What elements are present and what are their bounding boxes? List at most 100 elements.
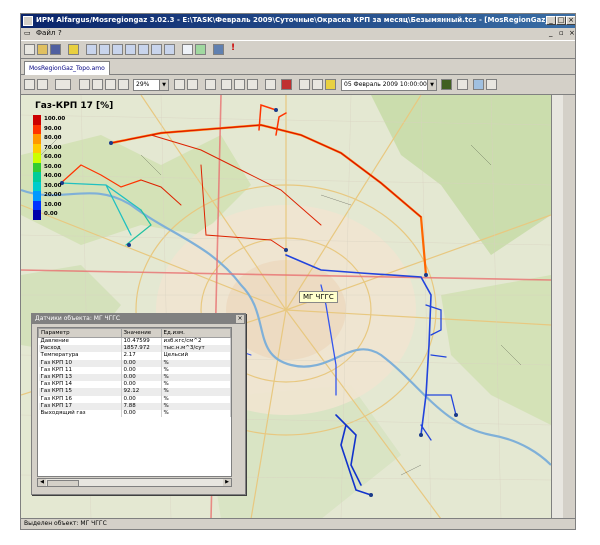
table-row[interactable]: Давление 10.47599 изб.кгс/см^2 [38, 337, 231, 346]
title-bar[interactable]: ИРМ Alfargus/Mosregiongaz 3.02.3 - E:\TA… [21, 14, 575, 28]
table-row[interactable]: Газ КРП 14 0.00% [38, 381, 231, 389]
chevron-down-icon: ▼ [159, 80, 168, 90]
table-row[interactable]: Газ КРП 16 0.00% [38, 395, 231, 403]
param-cell: Газ КРП 10 [38, 359, 122, 367]
report-icon[interactable] [151, 44, 162, 55]
view3-icon[interactable] [112, 44, 123, 55]
legend-label: 20.00 [44, 192, 62, 198]
open-folder-icon[interactable] [37, 44, 48, 55]
value-cell: 2.17 [121, 352, 162, 360]
chart-icon[interactable] [182, 44, 193, 55]
unit-cell: Цельсий [161, 352, 231, 360]
window-icon[interactable] [164, 44, 175, 55]
table-row[interactable]: Газ КРП 15 92.12% [38, 388, 231, 396]
window2-icon[interactable] [486, 79, 497, 90]
view4-icon[interactable] [125, 44, 136, 55]
zoom-select[interactable]: 29% ▼ [133, 79, 169, 91]
table-row[interactable]: Расход 1857.972 тыс.н.м^3/сут [38, 345, 231, 353]
value-cell: 0.00 [121, 409, 162, 418]
fit-all-icon[interactable] [187, 79, 198, 90]
maximize-button[interactable]: □ [556, 16, 566, 25]
scroll-left-icon[interactable]: ◀ [38, 479, 46, 486]
view2-icon[interactable] [99, 44, 110, 55]
legend-swatch [33, 210, 41, 220]
param-cell: Газ КРП 16 [38, 395, 122, 403]
column-header[interactable]: Значение [120, 328, 162, 338]
save-icon[interactable] [50, 44, 61, 55]
doc-restore-button[interactable]: ▫ [559, 29, 564, 37]
legend-label: 0.00 [44, 211, 58, 217]
tab-mosregiongaz-topo[interactable]: MosRegionGaz_Topo.amo [24, 61, 110, 75]
table-row[interactable]: Температура 2.17 Цельсий [38, 352, 231, 360]
pointer-icon[interactable] [79, 79, 90, 90]
column-header[interactable]: Параметр [38, 328, 122, 338]
export-icon[interactable] [195, 44, 206, 55]
legend-swatch [33, 162, 41, 172]
table-icon[interactable] [138, 44, 149, 55]
mode3-icon[interactable] [247, 79, 258, 90]
find-icon[interactable] [37, 79, 48, 90]
map-view[interactable]: Газ-КРП 17 [%] 100.00 90.00 80.00 70.00 … [21, 95, 551, 519]
menu-file[interactable]: Файл [36, 29, 55, 37]
table-row[interactable]: Выходящий газ 0.00% [38, 409, 231, 418]
layers-icon[interactable] [55, 79, 71, 90]
zoom-window-icon[interactable] [118, 79, 129, 90]
grid-icon[interactable] [265, 79, 276, 90]
doc-close-button[interactable]: × [569, 29, 575, 37]
table-row[interactable]: Газ КРП 17 7.88% [38, 402, 231, 410]
table-row[interactable]: Газ КРП 10 0.00% [38, 359, 231, 367]
legend-swatch [33, 124, 41, 134]
menu-bar: ▭ Файл ? _ ▫ × [21, 28, 575, 40]
doc-icon[interactable]: ▭ [24, 29, 31, 37]
alert-icon[interactable]: ! [231, 44, 242, 55]
table-header-row: Параметр Значение Ед.изм. [38, 328, 231, 338]
new-file-icon[interactable] [24, 44, 35, 55]
param-cell: Газ КРП 17 [38, 402, 122, 410]
scroll-thumb[interactable] [47, 480, 79, 487]
table-row[interactable]: Газ КРП 11 0.00% [38, 366, 231, 374]
menu-help[interactable]: ? [58, 29, 62, 37]
param-cell: Газ КРП 13 [38, 373, 122, 382]
fit-icon[interactable] [174, 79, 185, 90]
minimize-button[interactable]: _ [546, 16, 556, 25]
document-tab-row: MosRegionGaz_Topo.amo [21, 59, 575, 75]
unit-cell: % [161, 381, 231, 389]
status-bar: Выделен объект: МГ ЧГГС [21, 518, 575, 529]
vertical-scrollbar[interactable] [551, 95, 563, 519]
legend-label: 80.00 [44, 135, 62, 141]
datetime-select[interactable]: 05 Февраль 2009 10:00:00 ▼ [341, 79, 437, 91]
clock-icon[interactable] [457, 79, 468, 90]
pan-hand-icon[interactable] [92, 79, 103, 90]
play-icon[interactable] [441, 79, 452, 90]
sensor-panel-title[interactable]: Датчики объекта: МГ ЧГГС [32, 314, 245, 324]
value-cell: 0.00 [121, 381, 162, 389]
legend-swatch [33, 172, 41, 182]
unit-cell: % [161, 373, 231, 382]
unit-cell: % [161, 388, 231, 396]
unit-cell: % [161, 366, 231, 374]
help-icon[interactable] [68, 44, 79, 55]
table-row[interactable]: Газ КРП 13 0.00% [38, 373, 231, 382]
mode2-icon[interactable] [234, 79, 245, 90]
settings-icon[interactable] [213, 44, 224, 55]
horizontal-scrollbar[interactable]: ◀ ▶ [37, 478, 232, 487]
legend-label: 100.00 [44, 116, 66, 122]
map-object-label[interactable]: МГ ЧГГС [299, 291, 338, 303]
close-icon[interactable]: × [236, 315, 244, 323]
close-button[interactable]: × [566, 16, 575, 25]
column-header[interactable]: Ед.изм. [160, 328, 231, 338]
refresh-icon[interactable] [473, 79, 484, 90]
object-icon[interactable] [281, 79, 292, 90]
scroll-right-icon[interactable]: ▶ [223, 479, 231, 486]
select-icon[interactable] [205, 79, 216, 90]
zoom-in-icon[interactable] [105, 79, 116, 90]
tool1-icon[interactable] [299, 79, 310, 90]
mode1-icon[interactable] [221, 79, 232, 90]
param-cell: Газ КРП 14 [38, 381, 122, 389]
unit-cell: % [161, 402, 231, 410]
binoculars-icon[interactable] [24, 79, 35, 90]
tool2-icon[interactable] [312, 79, 323, 90]
tool3-icon[interactable] [325, 79, 336, 90]
view1-icon[interactable] [86, 44, 97, 55]
doc-minimize-button[interactable]: _ [549, 29, 553, 37]
